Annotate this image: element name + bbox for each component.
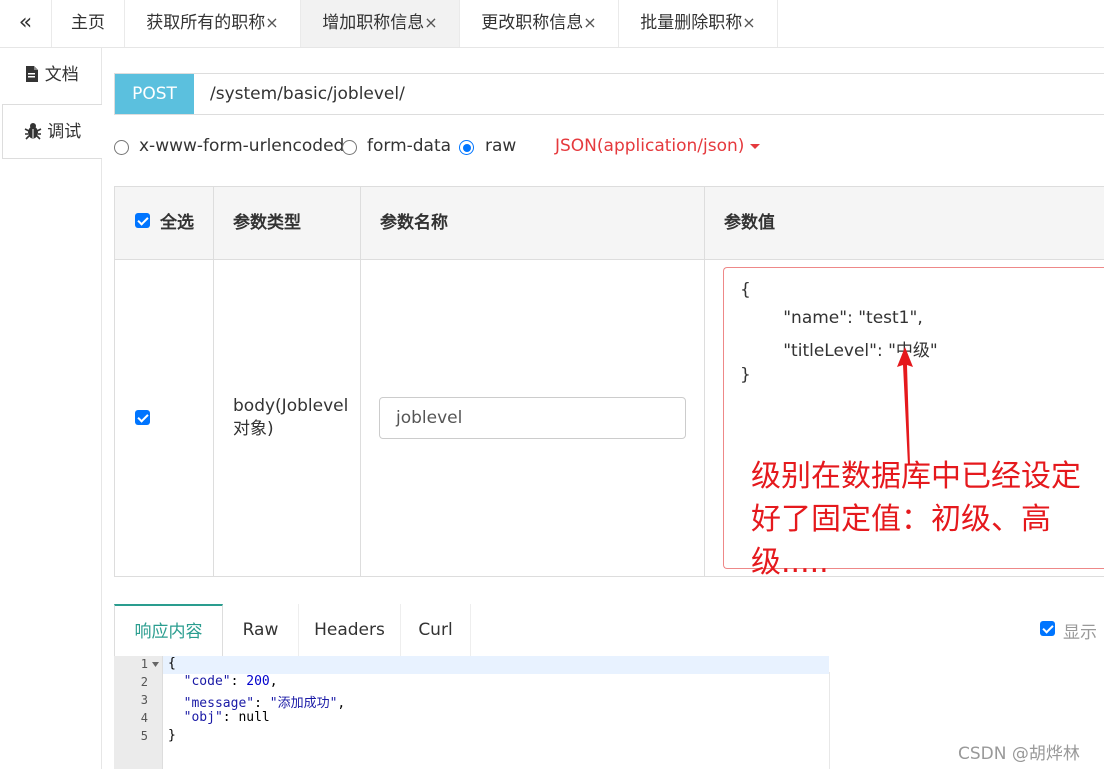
- caret-down-icon: [750, 143, 761, 149]
- sidebar-item-debug[interactable]: 调试: [2, 104, 102, 159]
- json-value: 200: [246, 674, 270, 689]
- fold-arrow-icon[interactable]: [152, 662, 159, 667]
- watermark: CSDN @胡烨林: [958, 744, 1080, 764]
- tab-batch-delete[interactable]: 批量删除职称×: [619, 0, 778, 47]
- response-tabs: 响应内容 Raw Headers Curl: [114, 604, 1104, 658]
- tab-response-content[interactable]: 响应内容: [114, 604, 223, 658]
- radio-label: form-data: [367, 136, 452, 156]
- active-line-highlight: [163, 656, 829, 674]
- column-divider: [704, 187, 705, 576]
- close-icon[interactable]: ×: [742, 13, 755, 32]
- tab-curl[interactable]: Curl: [401, 604, 471, 656]
- json-line: "name": "test1",: [740, 308, 923, 328]
- sidebar-item-docs[interactable]: 文档: [2, 48, 102, 103]
- params-table: 全选 参数类型 参数名称 参数值 body(Joblevel对象) joblev…: [114, 186, 1104, 580]
- radio-form-data[interactable]: [342, 140, 357, 155]
- code-line: {: [168, 656, 176, 671]
- radio-x-www-form-urlencoded[interactable]: [114, 140, 129, 155]
- tab-get-all-titles[interactable]: 获取所有的职称×: [125, 0, 301, 47]
- select-all-label: 全选: [160, 213, 194, 233]
- json-line: {: [740, 280, 751, 300]
- url-bar: POST /system/basic/joblevel/: [114, 73, 1104, 115]
- code-token: }: [168, 728, 176, 743]
- code-line: "code": 200,: [183, 674, 278, 689]
- column-divider: [213, 187, 214, 576]
- line-number: 2: [140, 675, 148, 689]
- annotation-note: 级别在数据库中已经设定好了固定值：初级、高级.....: [751, 459, 1081, 580]
- tab-home[interactable]: 主页: [52, 0, 125, 47]
- tab-raw[interactable]: Raw: [223, 604, 299, 656]
- json-value: null: [238, 710, 270, 725]
- row-checkbox[interactable]: [135, 410, 150, 425]
- url-input[interactable]: /system/basic/joblevel/: [210, 74, 405, 114]
- show-label: 显示: [1063, 623, 1097, 643]
- line-gutter: 1 2 3 4 5: [114, 656, 163, 769]
- content-type-label: JSON(application/json): [555, 136, 745, 156]
- code-line: "obj": null: [183, 710, 270, 725]
- close-icon[interactable]: ×: [583, 13, 596, 32]
- tab-label: 更改职称信息: [481, 13, 584, 33]
- close-icon[interactable]: ×: [265, 13, 278, 32]
- sidebar: 文档 调试: [0, 48, 102, 769]
- code-line: }: [168, 728, 176, 743]
- tab-add-title[interactable]: 增加职称信息×: [301, 0, 460, 47]
- method-badge[interactable]: POST: [115, 74, 194, 114]
- json-key: "code": [183, 674, 231, 689]
- line-number: 4: [140, 711, 148, 725]
- top-tab-bar: « 主页 获取所有的职称× 增加职称信息× 更改职称信息× 批量删除职称×: [0, 0, 1104, 48]
- print-margin: [829, 672, 830, 769]
- tab-update-title[interactable]: 更改职称信息×: [460, 0, 619, 47]
- param-name-input[interactable]: joblevel: [379, 397, 686, 439]
- json-key: "message": [183, 696, 255, 711]
- radio-raw[interactable]: [459, 140, 474, 155]
- json-key: "obj": [183, 710, 223, 725]
- header-param-name: 参数名称: [380, 213, 448, 233]
- header-param-type: 参数类型: [233, 213, 301, 233]
- bug-icon: [24, 122, 47, 142]
- document-icon: [25, 65, 44, 85]
- close-icon[interactable]: ×: [424, 13, 437, 32]
- json-line: }: [740, 365, 751, 385]
- select-all-checkbox[interactable]: [135, 213, 150, 228]
- radio-label: raw: [485, 136, 517, 156]
- code-line: "message": "添加成功",: [183, 696, 346, 711]
- tab-label: 批量删除职称: [640, 13, 743, 33]
- line-number: 3: [140, 693, 148, 707]
- tab-label: 增加职称信息: [322, 13, 425, 33]
- tab-headers[interactable]: Headers: [299, 604, 401, 656]
- response-code-editor[interactable]: 1 2 3 4 5 { "code": 200, "message": "添加成…: [114, 656, 1104, 769]
- sidebar-item-label: 文档: [44, 65, 79, 85]
- radio-label: x-www-form-urlencoded: [139, 136, 345, 156]
- show-checkbox[interactable]: [1040, 621, 1055, 636]
- param-type-cell: body(Joblevel对象): [233, 396, 349, 439]
- annotation-arrow: [897, 347, 913, 465]
- header-param-value: 参数值: [724, 213, 775, 233]
- line-number: 5: [140, 729, 148, 743]
- line-number: 1: [140, 657, 148, 671]
- tab-label: 获取所有的职称: [146, 13, 266, 33]
- collapse-icon[interactable]: «: [0, 0, 52, 47]
- code-token: {: [168, 656, 176, 671]
- sidebar-item-label: 调试: [47, 122, 82, 142]
- json-value: "添加成功": [269, 696, 338, 711]
- content-type-dropdown[interactable]: JSON(application/json): [555, 136, 761, 156]
- column-divider: [360, 187, 361, 576]
